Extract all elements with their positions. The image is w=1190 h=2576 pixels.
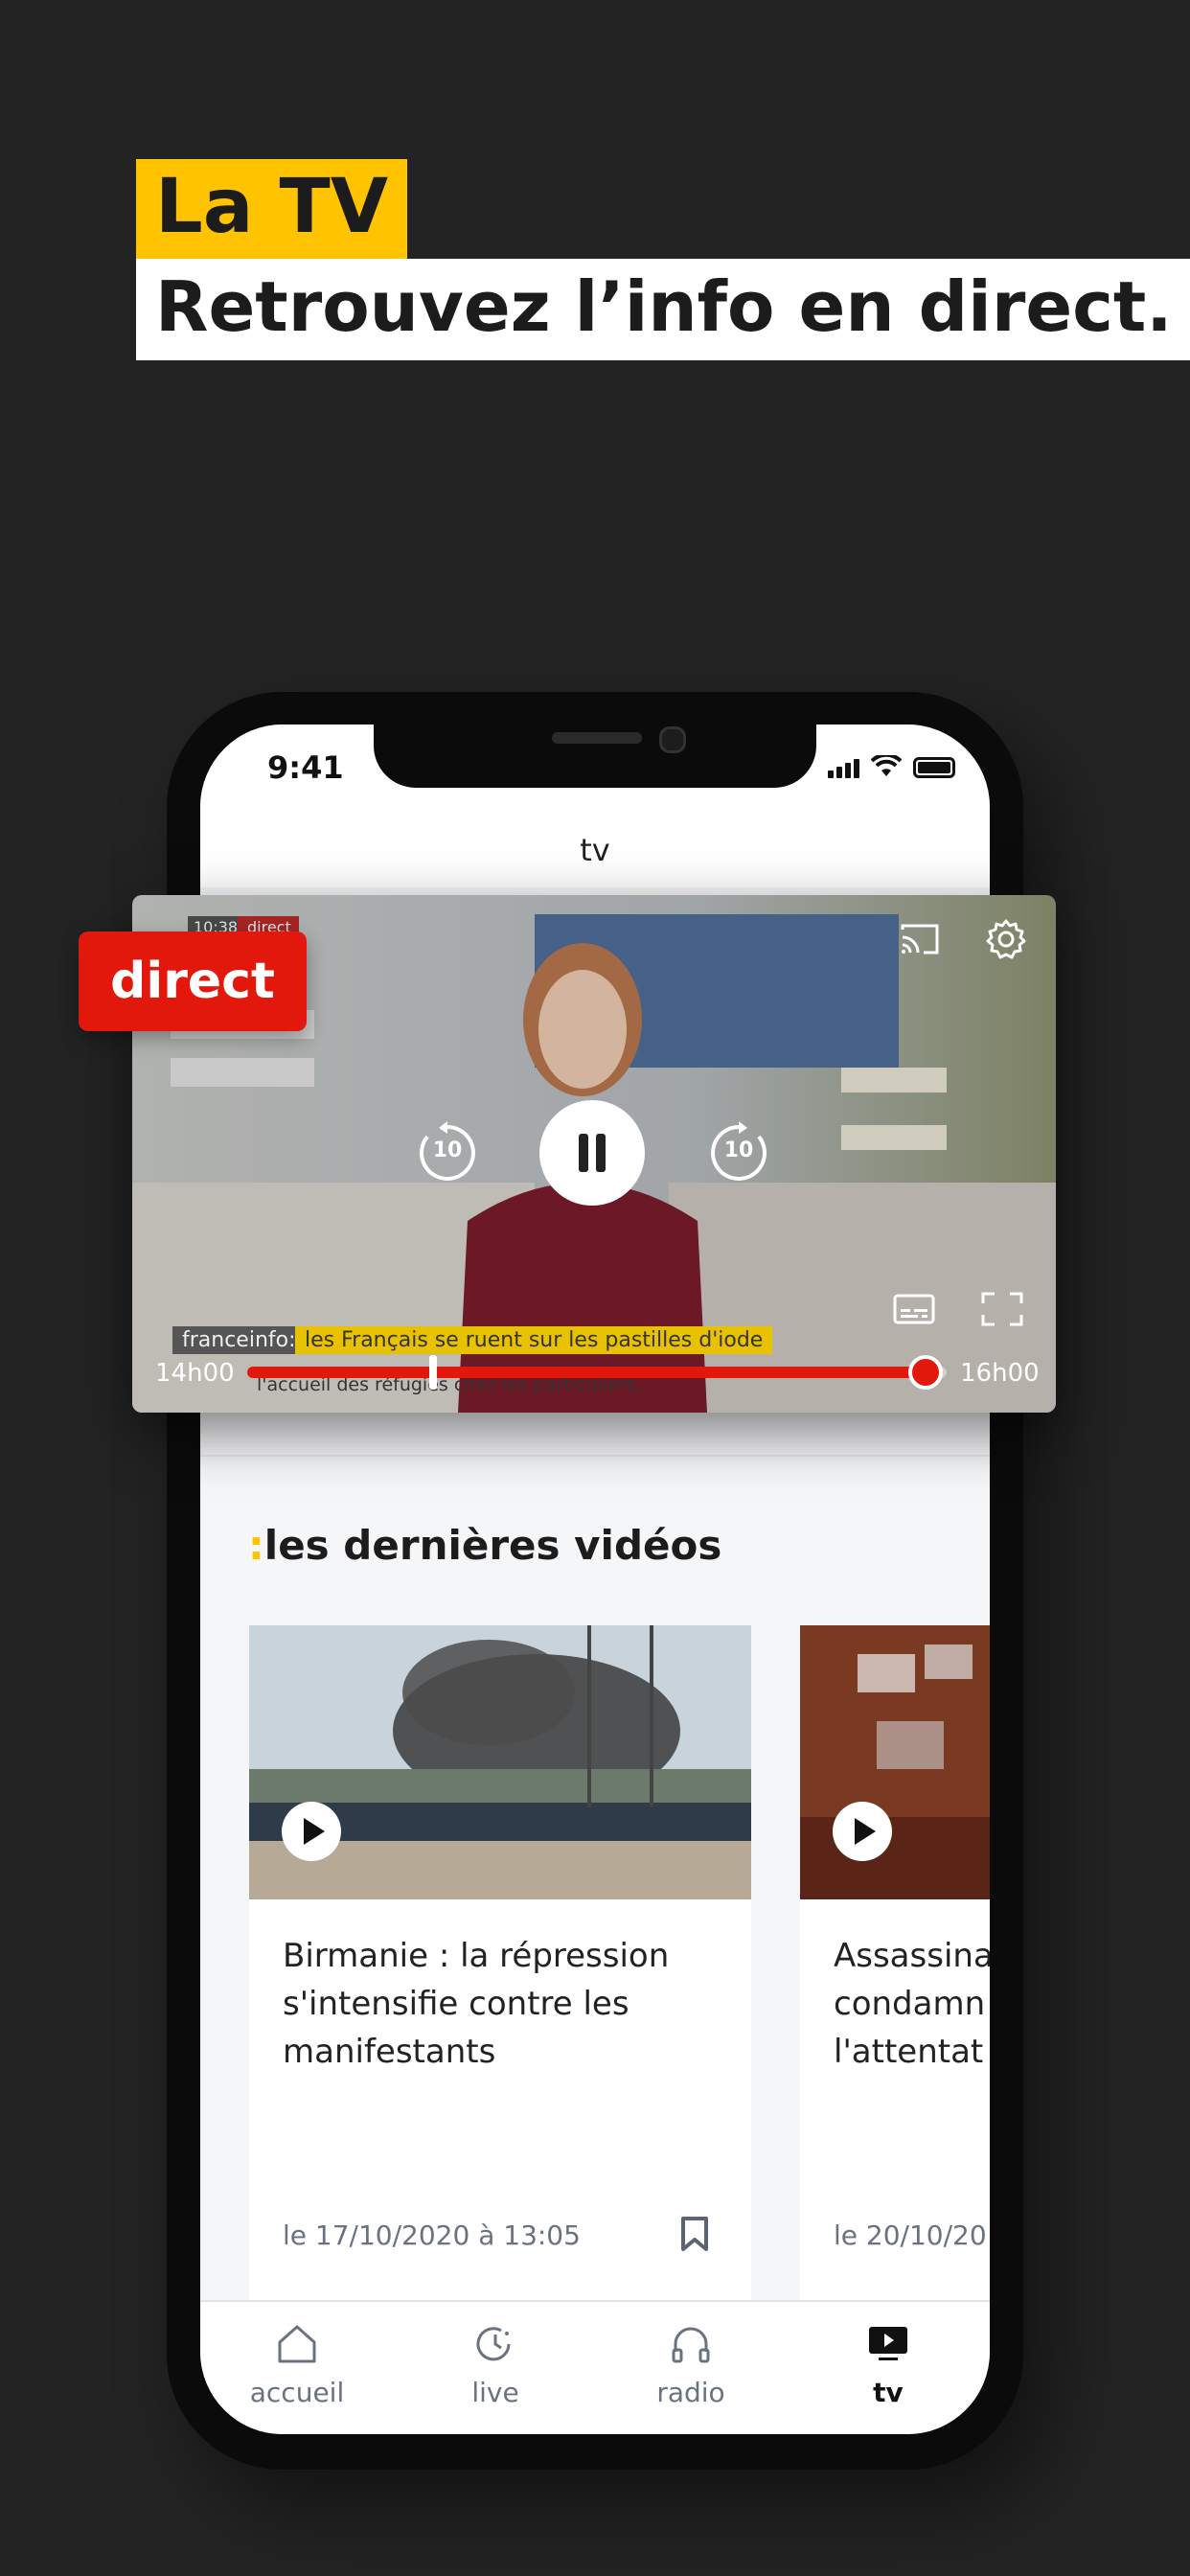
- tab-label: accueil: [249, 2377, 345, 2408]
- cast-icon[interactable]: [899, 922, 941, 956]
- pause-icon: [579, 1134, 606, 1172]
- section-marker: :: [248, 1522, 264, 1569]
- skip-forward-button[interactable]: 10: [707, 1121, 770, 1184]
- video-title[interactable]: Assassina Paty : un condamn diffusé la l…: [834, 1932, 990, 2076]
- thumbnail-image: [249, 1625, 751, 1899]
- play-icon[interactable]: [833, 1802, 892, 1861]
- tv-ticker: les Français se ruent sur les pastilles …: [295, 1326, 773, 1354]
- progress-knob[interactable]: [908, 1355, 944, 1390]
- skip-back-seconds: 10: [432, 1138, 463, 1162]
- subtitles-icon[interactable]: [893, 1292, 935, 1326]
- video-thumbnail[interactable]: [800, 1625, 990, 1899]
- promo-tag: La TV: [136, 159, 408, 261]
- pause-button[interactable]: [539, 1100, 645, 1206]
- fullscreen-icon[interactable]: [981, 1292, 1023, 1326]
- tab-bar: accueil live radio tv: [200, 2300, 990, 2434]
- home-icon: [278, 2325, 316, 2363]
- tab-radio[interactable]: radio: [633, 2323, 748, 2408]
- cellular-signal-icon: [828, 759, 859, 778]
- tv-channel-label: franceinfo:: [172, 1326, 306, 1354]
- tab-label: live: [471, 2377, 519, 2408]
- progress-fill: [247, 1367, 927, 1378]
- divider: [200, 1455, 990, 1457]
- headphones-icon: [672, 2327, 710, 2363]
- settings-gear-icon[interactable]: [985, 918, 1027, 960]
- progress-track[interactable]: [247, 1355, 947, 1390]
- promo-title: Retrouvez l’info en direct.: [136, 259, 1190, 360]
- tab-accueil[interactable]: accueil: [240, 2323, 355, 2408]
- skip-forward-seconds: 10: [723, 1138, 754, 1162]
- video-date: le 17/10/2020 à 13:05: [283, 2220, 581, 2251]
- video-date: le 20/10/20: [834, 2220, 987, 2251]
- tab-label: radio: [656, 2377, 725, 2408]
- status-icons: [828, 755, 955, 778]
- bookmark-icon[interactable]: [680, 2216, 709, 2252]
- wifi-icon: [871, 755, 902, 776]
- promo-headline: La TV Retrouvez l’info en direct.: [136, 159, 1190, 360]
- video-card[interactable]: Birmanie : la répression s'intensifie co…: [249, 1625, 751, 2315]
- tab-live[interactable]: live: [438, 2323, 553, 2408]
- video-title[interactable]: Birmanie : la répression s'intensifie co…: [283, 1932, 722, 2076]
- status-time: 9:41: [267, 749, 344, 786]
- skip-back-button[interactable]: 10: [416, 1121, 479, 1184]
- tv-play-icon: [869, 2327, 907, 2360]
- phone-speaker: [552, 732, 642, 744]
- section-title: :les dernières vidéos: [248, 1522, 721, 1569]
- end-time: 16h00: [960, 1359, 1040, 1388]
- tab-label: tv: [873, 2377, 904, 2408]
- tab-tv[interactable]: tv: [831, 2323, 946, 2408]
- clock-refresh-icon: [476, 2327, 511, 2361]
- battery-icon: [913, 757, 955, 778]
- section-title-text: les dernières vidéos: [263, 1522, 722, 1569]
- video-card[interactable]: Assassina Paty : un condamn diffusé la l…: [800, 1625, 990, 2315]
- video-thumbnail[interactable]: [249, 1625, 751, 1899]
- live-badge: direct: [79, 932, 307, 1031]
- timeshift-marker[interactable]: [429, 1355, 437, 1390]
- phone-camera: [659, 726, 686, 753]
- start-time: 14h00: [155, 1359, 235, 1388]
- page-title: tv: [580, 832, 610, 868]
- thumbnail-image: [800, 1625, 990, 1899]
- play-icon[interactable]: [282, 1802, 341, 1861]
